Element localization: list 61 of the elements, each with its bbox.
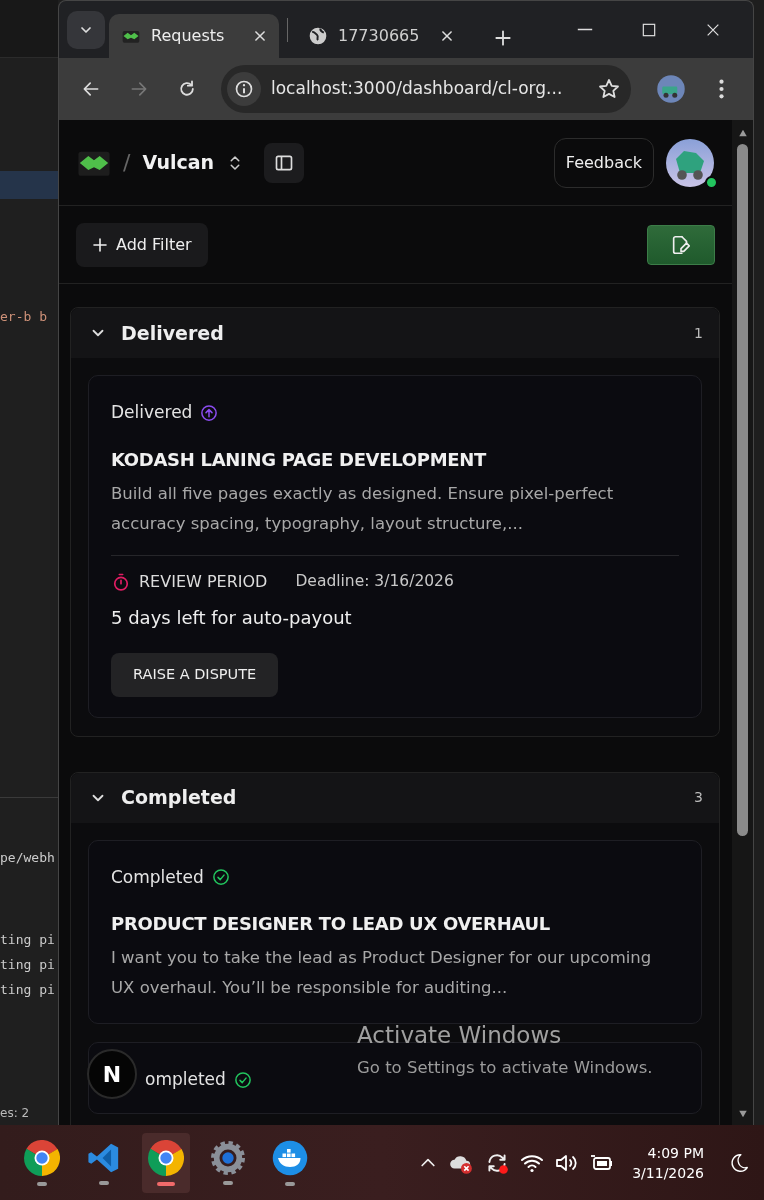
timer-icon — [111, 571, 131, 592]
deadline-text: Deadline: 3/16/2026 — [295, 570, 454, 592]
payout-countdown: 5 days left for auto-payout — [111, 605, 353, 630]
section-header[interactable]: Delivered 1 — [71, 308, 719, 358]
terminal-line: ting pi — [0, 931, 56, 949]
status-label: Completed — [111, 865, 204, 889]
request-description: I want you to take the lead as Product Designer for our upcoming UX overhaul. You’ll be responsible for auditing... — [111, 947, 653, 999]
request-title: KODASH LANING PAGE DEVELOPMENT — [111, 447, 488, 472]
browser-tab[interactable]: 17730665 — [296, 14, 466, 58]
line-highlight — [0, 171, 58, 199]
taskbar-app[interactable] — [142, 1132, 190, 1193]
close-icon — [440, 29, 454, 43]
code-line: er-b b — [0, 308, 48, 326]
back-arrow-icon — [81, 79, 101, 99]
chrome-icon — [24, 1139, 60, 1176]
check-circle-icon — [211, 868, 230, 887]
avatar-icon — [666, 138, 714, 187]
clock-date[interactable]: 3/11/2026 — [632, 1162, 704, 1183]
star-icon — [597, 77, 621, 101]
minimize-icon — [577, 28, 593, 31]
browser-tab[interactable]: Requests — [109, 14, 279, 58]
terminal-line: ting pi — [0, 981, 56, 999]
maximize-icon — [641, 21, 657, 38]
request-title: PRODUCT DESIGNER TO LEAD UX OVERHAUL — [111, 912, 551, 936]
new-request-button[interactable] — [647, 224, 715, 265]
add-filter-button[interactable]: Add Filter — [76, 222, 208, 267]
terminal-line: pe/webh — [0, 848, 56, 867]
plus-icon — [493, 28, 513, 48]
reload-icon — [177, 79, 197, 99]
forward-arrow-icon — [129, 79, 149, 99]
whale-icon — [272, 1139, 308, 1176]
request-card[interactable]: Completed PRODUCT DESIGNER TO LEAD UX OVERHAUL I want you to take the lead as Product Designer for our upcoming UX overhaul. You’ll be responsible for auditing... — [88, 839, 702, 1024]
status-label: ompleted — [145, 1068, 226, 1091]
edit-icon — [670, 233, 692, 256]
sidebar-toggle-button[interactable] — [264, 142, 305, 183]
workspace-name[interactable]: Vulcan — [142, 148, 215, 177]
close-icon — [253, 29, 267, 43]
arrow-up-circle-icon — [200, 403, 219, 422]
info-icon — [234, 79, 254, 99]
globe-icon — [308, 26, 328, 46]
section-header[interactable]: Completed 3 — [71, 772, 719, 823]
request-card[interactable] — [88, 375, 702, 718]
kebab-menu-icon — [718, 79, 724, 99]
raise-dispute-button[interactable]: RAISE A DISPUTE — [111, 652, 279, 697]
gear-icon — [211, 1140, 245, 1175]
terminal-line: ting pi — [0, 956, 56, 974]
address-bar[interactable]: localhost:3000/dashboard/cl-org... — [221, 65, 631, 113]
review-period-label: REVIEW PERIOD — [139, 570, 268, 593]
clock-time[interactable]: 4:09 PM — [647, 1142, 704, 1163]
activation-message: Go to Settings to activate Windows. — [357, 1057, 653, 1080]
chrome-icon — [148, 1139, 184, 1176]
check-circle-icon — [233, 1070, 252, 1089]
scrollbar-thumb[interactable] — [737, 144, 748, 836]
plus-icon — [92, 236, 108, 253]
breadcrumb-separator: / — [123, 149, 131, 177]
status-bar-text: es: 2 — [0, 1105, 31, 1122]
request-description: Build all five pages exactly as designed. Ensure pixel-perfect accuracy spacing, typography, layout structure,... — [111, 482, 615, 535]
moon-icon — [728, 1151, 750, 1174]
avatar-icon — [656, 74, 686, 104]
status-label: Delivered — [111, 401, 193, 424]
feedback-button[interactable]: Feedback — [553, 137, 654, 188]
